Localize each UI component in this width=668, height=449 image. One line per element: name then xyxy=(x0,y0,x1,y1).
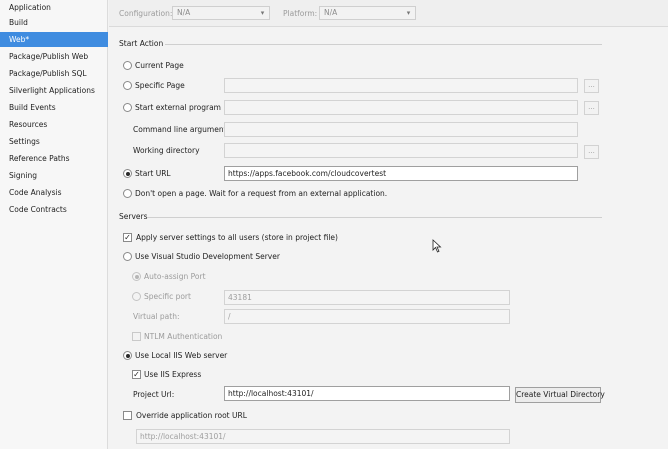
configuration-label: Configuration: xyxy=(119,9,173,18)
sidebar-item-build[interactable]: Build xyxy=(0,15,108,30)
sidebar-item-web[interactable]: Web* xyxy=(0,32,108,47)
project-url-input[interactable]: http://localhost:43101/ xyxy=(224,386,510,401)
start-url-value: https://apps.facebook.com/cloudcovertest xyxy=(228,169,387,178)
chevron-down-icon: ▾ xyxy=(260,9,265,17)
auto-assign-port-label: Auto-assign Port xyxy=(144,272,206,281)
start-external-program-label: Start external program xyxy=(135,103,221,112)
override-root-url-label: Override application root URL xyxy=(136,411,247,420)
current-page-label: Current Page xyxy=(135,61,184,70)
servers-header: Servers xyxy=(119,212,148,221)
specific-page-label: Specific Page xyxy=(135,81,185,90)
sidebar-item-code-contracts[interactable]: Code Contracts xyxy=(0,202,108,217)
sidebar-item-code-analysis[interactable]: Code Analysis xyxy=(0,185,108,200)
sidebar-item-silverlight-applications[interactable]: Silverlight Applications xyxy=(0,83,108,98)
dont-open-page-radio[interactable] xyxy=(123,189,132,198)
sidebar-item-package-publish-web[interactable]: Package/Publish Web xyxy=(0,49,108,64)
section-divider xyxy=(165,44,602,45)
ntlm-authentication-label: NTLM Authentication xyxy=(144,332,223,341)
section-divider xyxy=(147,217,602,218)
use-vs-dev-server-radio[interactable] xyxy=(123,252,132,261)
specific-page-browse-button[interactable]: ... xyxy=(584,79,599,93)
sidebar-item-package-publish-sql[interactable]: Package/Publish SQL xyxy=(0,66,108,81)
working-directory-browse-button[interactable]: ... xyxy=(584,145,599,159)
working-directory-label: Working directory xyxy=(133,146,200,155)
specific-port-radio[interactable] xyxy=(132,292,141,301)
override-root-url-checkbox[interactable] xyxy=(123,411,132,420)
use-vs-dev-server-label: Use Visual Studio Development Server xyxy=(135,252,280,261)
specific-port-value: 43181 xyxy=(228,293,252,302)
command-line-arguments-input[interactable] xyxy=(224,122,578,137)
current-page-radio[interactable] xyxy=(123,61,132,70)
platform-label: Platform: xyxy=(283,9,318,18)
configuration-value: N/A xyxy=(177,8,191,17)
start-url-input[interactable]: https://apps.facebook.com/cloudcovertest xyxy=(224,166,578,181)
start-external-program-radio[interactable] xyxy=(123,103,132,112)
create-virtual-directory-button[interactable]: Create Virtual Directory xyxy=(515,387,605,403)
platform-select[interactable]: N/A ▾ xyxy=(319,6,416,20)
auto-assign-port-radio[interactable] xyxy=(132,272,141,281)
start-url-radio[interactable] xyxy=(123,169,132,178)
start-action-header: Start Action xyxy=(119,39,164,48)
sidebar-item-resources[interactable]: Resources xyxy=(0,117,108,132)
virtual-path-value: / xyxy=(228,312,231,321)
dont-open-page-label: Don't open a page. Wait for a request fr… xyxy=(135,189,388,198)
virtual-path-label: Virtual path: xyxy=(133,312,180,321)
virtual-path-input[interactable]: / xyxy=(224,309,510,324)
start-url-label: Start URL xyxy=(135,169,171,178)
apply-to-all-users-label: Apply server settings to all users (stor… xyxy=(136,233,338,242)
mouse-cursor-icon xyxy=(432,239,442,253)
specific-page-input[interactable] xyxy=(224,78,578,93)
properties-sidebar: Application Build Web* Package/Publish W… xyxy=(0,0,108,449)
override-root-url-input[interactable]: http://localhost:43101/ xyxy=(136,429,510,444)
use-local-iis-label: Use Local IIS Web server xyxy=(135,351,228,360)
sidebar-item-signing[interactable]: Signing xyxy=(0,168,108,183)
sidebar-item-reference-paths[interactable]: Reference Paths xyxy=(0,151,108,166)
ntlm-authentication-checkbox[interactable] xyxy=(132,332,141,341)
project-url-value: http://localhost:43101/ xyxy=(228,389,314,398)
override-root-url-value: http://localhost:43101/ xyxy=(140,432,226,441)
specific-port-label: Specific port xyxy=(144,292,191,301)
chevron-down-icon: ▾ xyxy=(406,9,411,17)
sidebar-item-build-events[interactable]: Build Events xyxy=(0,100,108,115)
external-program-input[interactable] xyxy=(224,100,578,115)
specific-port-input[interactable]: 43181 xyxy=(224,290,510,305)
project-url-label: Project Url: xyxy=(133,390,175,399)
specific-page-radio[interactable] xyxy=(123,81,132,90)
configuration-select[interactable]: N/A ▾ xyxy=(172,6,270,20)
sidebar-item-application[interactable]: Application xyxy=(0,0,108,15)
platform-value: N/A xyxy=(324,8,338,17)
sidebar-item-settings[interactable]: Settings xyxy=(0,134,108,149)
apply-to-all-users-checkbox[interactable]: ✓ xyxy=(123,233,132,242)
project-properties-window: Application Build Web* Package/Publish W… xyxy=(0,0,668,449)
command-line-arguments-label: Command line arguments xyxy=(133,125,231,134)
use-iis-express-checkbox[interactable]: ✓ xyxy=(132,370,141,379)
configuration-bar: Configuration: N/A ▾ Platform: N/A ▾ xyxy=(109,0,668,27)
use-local-iis-radio[interactable] xyxy=(123,351,132,360)
working-directory-input[interactable] xyxy=(224,143,578,158)
external-program-browse-button[interactable]: ... xyxy=(584,101,599,115)
use-iis-express-label: Use IIS Express xyxy=(144,370,202,379)
